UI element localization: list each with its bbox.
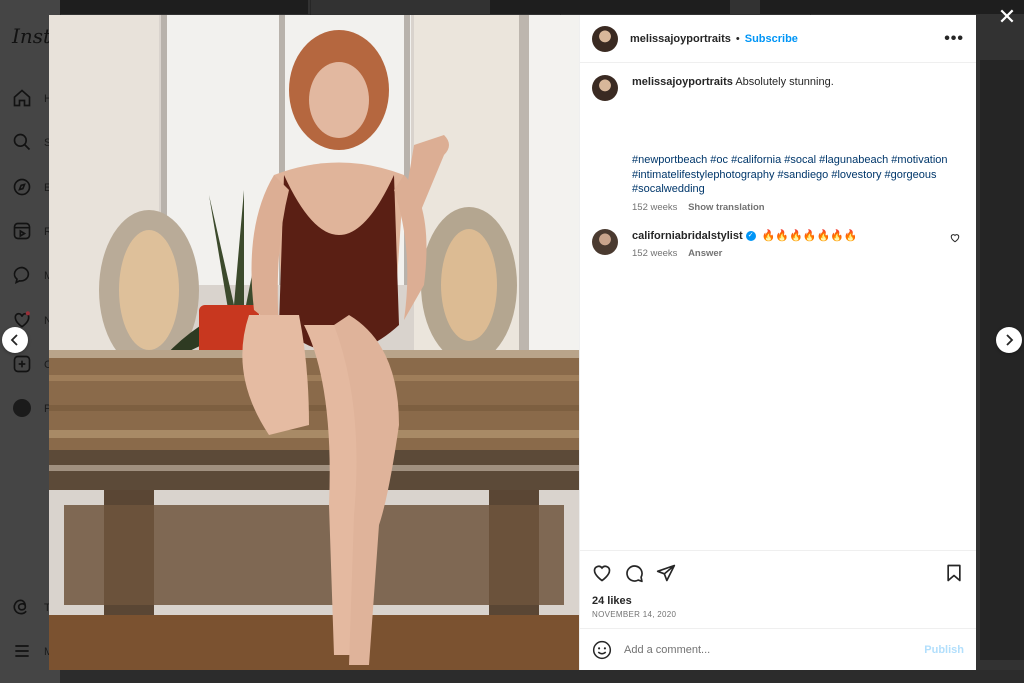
comment-composer: Publish [580,628,976,670]
caption-hashtags[interactable]: #newportbeach #oc #california #socal #la… [632,153,964,197]
post-modal: melissajoyportraits • Subscribe ••• meli… [49,15,976,670]
author-username[interactable]: melissajoyportraits [630,33,731,45]
caption-meta: 152 weeks Show translation [632,201,964,215]
caption-age: 152 weeks [632,201,678,213]
comment-text: 🔥🔥🔥🔥🔥🔥🔥 [761,229,858,242]
more-options-button[interactable]: ••• [944,30,964,46]
comment-meta: 152 weeks Answer [632,247,964,261]
caption-avatar[interactable] [592,75,618,101]
next-post-button[interactable] [996,327,1022,353]
chevron-right-icon [1006,334,1014,346]
header-separator: • [735,32,740,45]
caption-body: melissajoyportraits Absolutely stunning.… [632,75,964,215]
post-photo[interactable] [49,15,579,670]
close-icon[interactable]: ✕ [996,6,1018,28]
commenter-avatar[interactable] [592,228,618,255]
caption-username[interactable]: melissajoyportraits [632,76,733,88]
post-date: NOVEMBER 14, 2020 [592,610,677,619]
like-heart-icon[interactable] [592,563,612,583]
comment-age: 152 weeks [632,247,678,259]
subscribe-button[interactable]: Subscribe [745,33,798,45]
post-actions: 24 likes NOVEMBER 14, 2020 [580,550,976,628]
author-avatar[interactable] [592,25,618,52]
answer-button[interactable]: Answer [688,248,722,259]
comment-body: californiabridalstylist ✓ 🔥🔥🔥🔥🔥🔥🔥 152 wee… [632,229,964,261]
comment-like-icon[interactable] [950,233,960,243]
share-paper-plane-icon[interactable] [656,563,676,583]
post-side-panel: melissajoyportraits • Subscribe ••• meli… [579,15,976,670]
save-bookmark-icon[interactable] [944,563,964,583]
likes-count[interactable]: 24 likes [592,595,964,607]
comment-item: californiabridalstylist ✓ 🔥🔥🔥🔥🔥🔥🔥 152 wee… [592,228,964,261]
action-buttons [592,561,964,585]
previous-post-button[interactable] [2,327,28,353]
publish-button[interactable]: Publish [924,644,964,656]
caption-text: Absolutely stunning. [735,76,834,88]
comment-input[interactable] [624,643,925,656]
chevron-left-icon [10,334,18,346]
emoji-icon[interactable] [592,640,612,660]
comments-list[interactable]: melissajoyportraits Absolutely stunning.… [580,63,976,550]
post-header: melissajoyportraits • Subscribe ••• [580,15,976,63]
show-translation-button[interactable]: Show translation [688,202,765,213]
commenter-username[interactable]: californiabridalstylist [632,230,743,242]
verified-badge-icon: ✓ [745,230,756,241]
comment-bubble-icon[interactable] [624,563,644,583]
caption: melissajoyportraits Absolutely stunning.… [592,75,964,215]
